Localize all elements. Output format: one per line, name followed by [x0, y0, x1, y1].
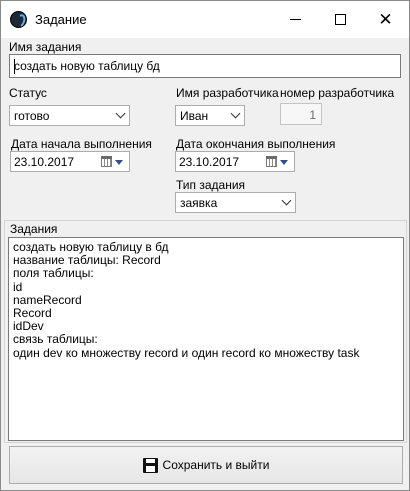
minimize-icon — [290, 19, 301, 20]
task-name-value: создать новую таблицу бд — [14, 59, 160, 73]
floppy-disk-icon — [142, 457, 158, 473]
end-date-value: 23.10.2017 — [179, 155, 240, 169]
text-cursor — [14, 59, 15, 74]
close-button[interactable]: ✕ — [363, 1, 408, 38]
task-type-label: Тип задания — [176, 178, 246, 192]
calendar-icon[interactable] — [266, 156, 277, 167]
end-date-label: Дата окончания выполнения — [176, 137, 336, 151]
tasks-line: поля таблицы: — [13, 266, 94, 281]
task-name-input[interactable]: создать новую таблицу бд — [9, 54, 401, 78]
developer-name-label: Имя разработчика — [176, 86, 279, 100]
tasks-line: Record — [13, 306, 52, 321]
tasks-label: Задания — [10, 222, 58, 236]
save-button-label: Сохранить и выйти — [162, 458, 270, 472]
status-label: Статус — [9, 86, 47, 100]
app-logo-icon — [10, 11, 27, 28]
chevron-down-icon — [281, 195, 292, 206]
tasks-line: id — [13, 279, 23, 294]
calendar-icon[interactable] — [101, 156, 112, 167]
task-name-label: Имя задания — [9, 40, 82, 54]
task-type-value: заявка — [180, 196, 218, 210]
developer-number-label: номер разработчика — [280, 86, 395, 100]
window-title: Задание — [35, 12, 87, 27]
tasks-line: один dev ко множеству record и один reco… — [13, 345, 360, 360]
dropdown-arrow-icon[interactable] — [115, 160, 123, 165]
maximize-button[interactable] — [318, 1, 363, 38]
tasks-line: nameRecord — [13, 292, 82, 307]
minimize-button[interactable] — [273, 1, 318, 38]
dropdown-arrow-icon[interactable] — [280, 160, 288, 165]
tasks-panel: Задания создать новую таблицу в бд назва… — [4, 220, 407, 443]
developer-name-dropdown[interactable]: Иван — [175, 105, 245, 126]
start-date-label: Дата начала выполнения — [11, 137, 152, 151]
title-bar[interactable]: Задание ✕ — [1, 1, 409, 38]
status-dropdown[interactable]: готово — [9, 105, 130, 126]
end-date-picker[interactable]: 23.10.2017 — [175, 151, 295, 172]
start-date-picker[interactable]: 23.10.2017 — [10, 151, 130, 172]
task-window: Задание ✕ Имя задания создать новую табл… — [0, 0, 410, 491]
developer-name-value: Иван — [180, 109, 209, 123]
tasks-textarea[interactable]: создать новую таблицу в бд название табл… — [8, 237, 404, 441]
chevron-down-icon — [230, 108, 241, 119]
tasks-line: связь таблицы: — [13, 332, 98, 347]
save-and-exit-button[interactable]: Сохранить и выйти — [9, 446, 403, 484]
status-value: готово — [14, 109, 50, 123]
start-date-value: 23.10.2017 — [14, 155, 75, 169]
task-type-dropdown[interactable]: заявка — [175, 192, 296, 213]
maximize-icon — [335, 14, 346, 25]
close-icon: ✕ — [378, 10, 393, 29]
chevron-down-icon — [115, 108, 126, 119]
developer-number-field: 1 — [280, 103, 322, 125]
